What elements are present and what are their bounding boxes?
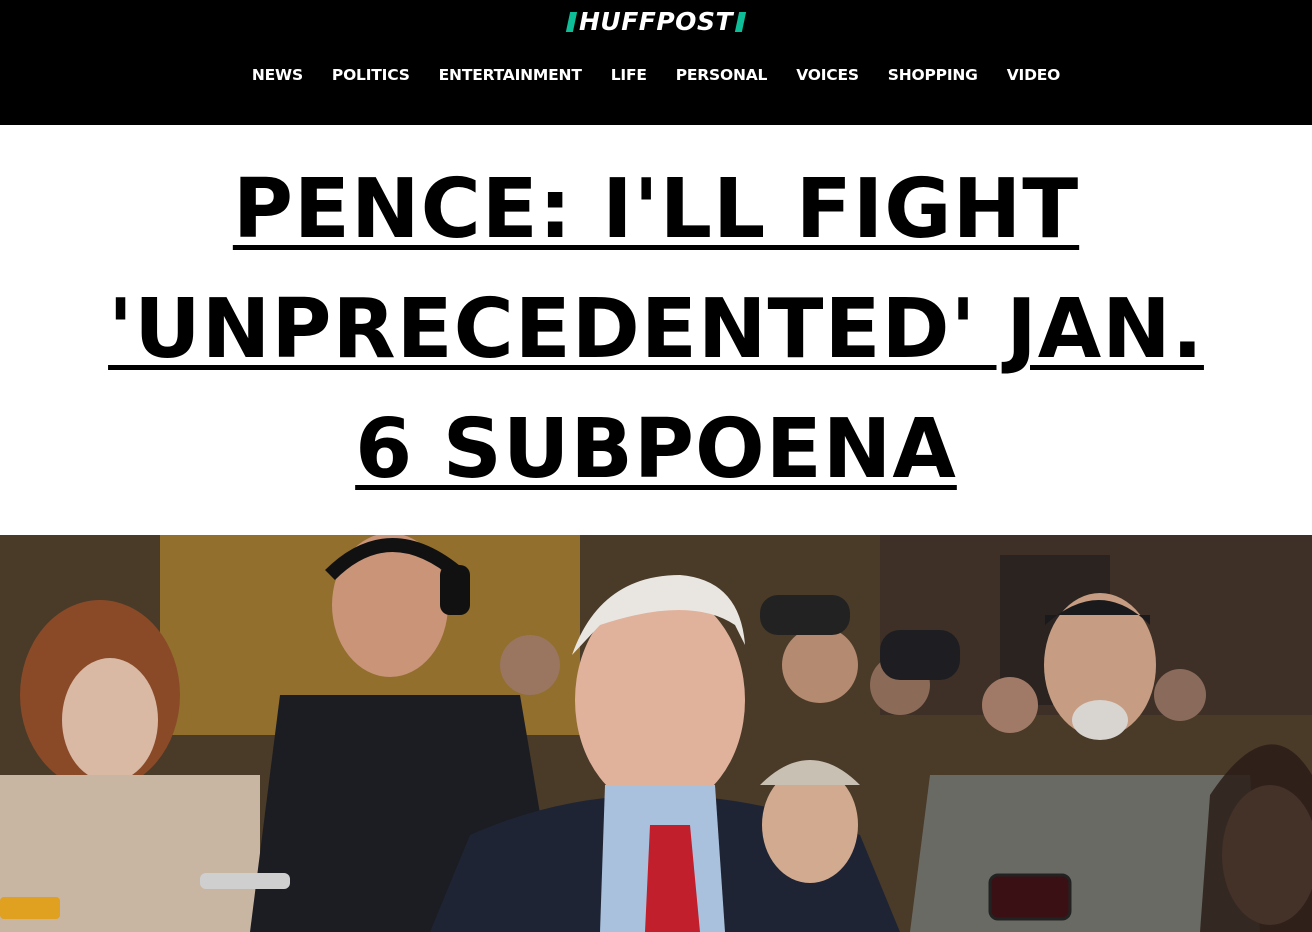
headline-section: PENCE: I'LL FIGHT 'UNPRECEDENTED' JAN. 6… bbox=[0, 125, 1312, 535]
main-nav: NEWS POLITICS ENTERTAINMENT LIFE PERSONA… bbox=[0, 63, 1312, 87]
nav-item-life[interactable]: LIFE bbox=[596, 63, 661, 87]
nav-item-video[interactable]: VIDEO bbox=[992, 63, 1074, 87]
nav-item-personal[interactable]: PERSONAL bbox=[661, 63, 781, 87]
site-header: HUFFPOST NEWS POLITICS ENTERTAINMENT LIF… bbox=[0, 0, 1312, 125]
headline-link[interactable]: PENCE: I'LL FIGHT 'UNPRECEDENTED' JAN. 6… bbox=[108, 162, 1204, 497]
logo-text: HUFFPOST bbox=[578, 7, 733, 36]
nav-item-entertainment[interactable]: ENTERTAINMENT bbox=[424, 63, 596, 87]
photo-illustration bbox=[0, 535, 1312, 932]
nav-item-voices[interactable]: VOICES bbox=[782, 63, 874, 87]
nav-item-news[interactable]: NEWS bbox=[237, 63, 317, 87]
site-logo[interactable]: HUFFPOST bbox=[0, 9, 1312, 39]
logo-bar-left bbox=[565, 12, 578, 32]
nav-item-shopping[interactable]: SHOPPING bbox=[873, 63, 992, 87]
article-headline: PENCE: I'LL FIGHT 'UNPRECEDENTED' JAN. 6… bbox=[66, 150, 1246, 510]
logo-bar-right bbox=[734, 12, 747, 32]
nav-item-politics[interactable]: POLITICS bbox=[317, 63, 424, 87]
hero-photo[interactable] bbox=[0, 535, 1312, 932]
